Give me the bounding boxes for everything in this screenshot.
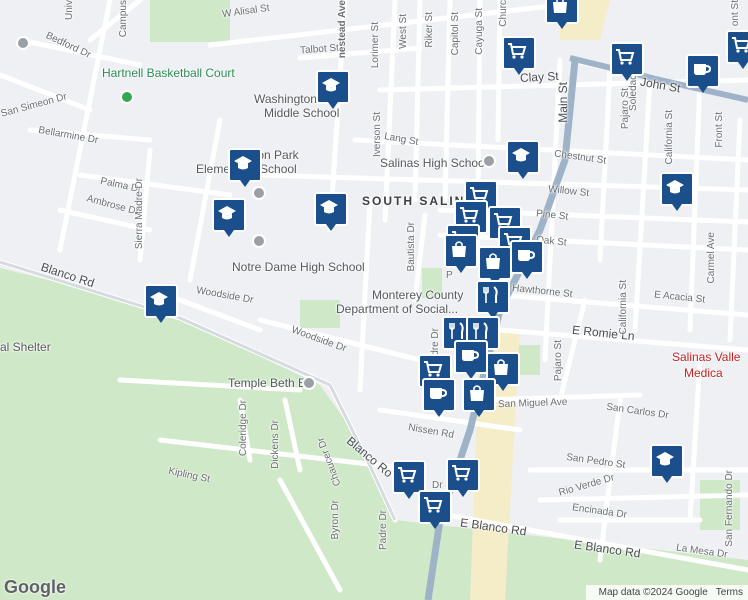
cayuga-label: Cayuga St: [474, 8, 485, 55]
poi-marker-tail: [514, 68, 524, 75]
notre-dame-label: Notre Dame High School: [232, 260, 365, 274]
salinas-high-label: Salinas High School: [380, 156, 488, 170]
california-mid-label: California St: [618, 280, 629, 335]
poi-marker-tail: [698, 86, 708, 93]
sierra-madre-label: Sierra Madre Dr: [134, 178, 145, 250]
main-label: Main St: [556, 82, 570, 123]
poi-marker[interactable]: [610, 42, 644, 81]
padre-bottom-label: Padre Dr: [378, 510, 389, 551]
campus-label: Campus: [118, 0, 129, 38]
poi-marker-tail: [458, 490, 468, 497]
capitol-label: Capitol St: [450, 12, 461, 56]
park-area-top: [150, 0, 230, 42]
dickens-label: Dickens Dr: [270, 420, 281, 469]
south-salinas-label: SOUTH SALIN: [362, 194, 466, 208]
poi-marker[interactable]: [316, 70, 350, 109]
pajaro-mid-label: Pajaro St: [553, 340, 564, 382]
riker-label: Riker St: [424, 12, 435, 48]
poi-marker[interactable]: [650, 444, 684, 483]
poi-marker-tail: [557, 22, 567, 29]
lorimer-label: Lorimer St: [370, 22, 381, 69]
carmel-label: Carmel Ave: [706, 232, 717, 284]
monterey-label: Monterey County: [372, 288, 464, 302]
poi-marker-tail: [474, 410, 484, 417]
poi-marker[interactable]: [510, 240, 544, 279]
poi-marker[interactable]: [545, 0, 579, 29]
poi-marker[interactable]: [392, 460, 426, 499]
poi-marker[interactable]: [454, 340, 488, 379]
byron-label: Byron Dr: [330, 500, 341, 540]
place-pin-left-icon[interactable]: [16, 36, 30, 50]
poi-marker[interactable]: [446, 458, 480, 497]
washington-label: Washington: [254, 92, 317, 106]
poi-marker[interactable]: [444, 234, 478, 273]
poi-marker[interactable]: [660, 172, 694, 211]
poi-marker-tail: [672, 204, 682, 211]
iverson-label: Iverson St: [372, 112, 383, 158]
poi-marker[interactable]: [228, 148, 262, 187]
church-label: Churc: [498, 0, 509, 27]
poi-marker-tail: [430, 522, 440, 529]
poi-marker-tail: [326, 224, 336, 231]
poi-marker-tail: [404, 492, 414, 499]
school-pin-3-icon[interactable]: [252, 234, 266, 248]
poi-marker-tail: [240, 180, 250, 187]
front-top-label: ont St: [730, 0, 741, 27]
temple-label: Temple Beth El: [228, 376, 309, 390]
hospital-label: Salinas Valle: [672, 350, 741, 364]
poi-marker-tail: [456, 266, 466, 273]
homestead-label: nestead Ave: [337, 0, 348, 59]
poi-marker[interactable]: [422, 378, 456, 417]
poi-marker-tail: [156, 316, 166, 323]
school-pin-2-icon[interactable]: [482, 154, 496, 168]
map-footer: Map data ©2024 Google Terms: [585, 585, 748, 600]
poi-marker[interactable]: [314, 192, 348, 231]
school-pin-icon[interactable]: [252, 186, 266, 200]
monterey-label-2: Department of Social...: [336, 302, 459, 316]
terms-link[interactable]: Terms: [716, 587, 743, 598]
poi-marker-tail: [518, 172, 528, 179]
poi-marker[interactable]: [502, 36, 536, 75]
west-label: West St: [398, 14, 409, 49]
poi-marker[interactable]: [418, 490, 452, 529]
hospital-label-2: Medica: [684, 366, 723, 380]
poi-marker[interactable]: [462, 378, 496, 417]
park-area-mid: [300, 300, 340, 328]
clay-label: Clay St: [519, 68, 560, 86]
poi-marker-tail: [622, 74, 632, 81]
poi-marker[interactable]: [478, 246, 512, 285]
temple-pin-icon[interactable]: [302, 376, 316, 390]
park-pin-icon[interactable]: [120, 90, 134, 104]
poi-marker-tail: [662, 476, 672, 483]
map-data-attribution: Map data ©2024 Google: [598, 587, 708, 598]
poi-marker-tail: [328, 102, 338, 109]
poi-marker[interactable]: [726, 30, 748, 69]
poi-marker[interactable]: [506, 140, 540, 179]
map-canvas[interactable]: W Alisal St Talbot St Bedford Dr Univ Ca…: [0, 0, 748, 600]
san-fernando-label: San Fernando Dr: [724, 470, 735, 547]
california-top-label: California St: [664, 110, 675, 165]
poi-marker-tail: [738, 62, 748, 69]
poi-marker[interactable]: [144, 284, 178, 323]
fremont-piece-label: P: [446, 270, 453, 281]
poi-marker-tail: [434, 410, 444, 417]
bautista-label: Bautista Dr: [406, 222, 417, 272]
poi-marker[interactable]: [212, 198, 246, 237]
poi-marker-tail: [498, 384, 508, 391]
google-logo: Google: [4, 577, 66, 597]
front-right-label: Front St: [714, 112, 725, 148]
animal-shelter-label: al Shelter: [0, 340, 51, 354]
poi-marker[interactable]: [686, 54, 720, 93]
poi-marker-tail: [224, 230, 234, 237]
univ-label: Univ: [64, 0, 75, 21]
hartnell-label: Hartnell Basketball Court: [102, 66, 235, 80]
coleridge-label: Coleridge Dr: [238, 400, 249, 457]
poi-marker-tail: [522, 272, 532, 279]
poi-marker[interactable]: [476, 280, 510, 319]
